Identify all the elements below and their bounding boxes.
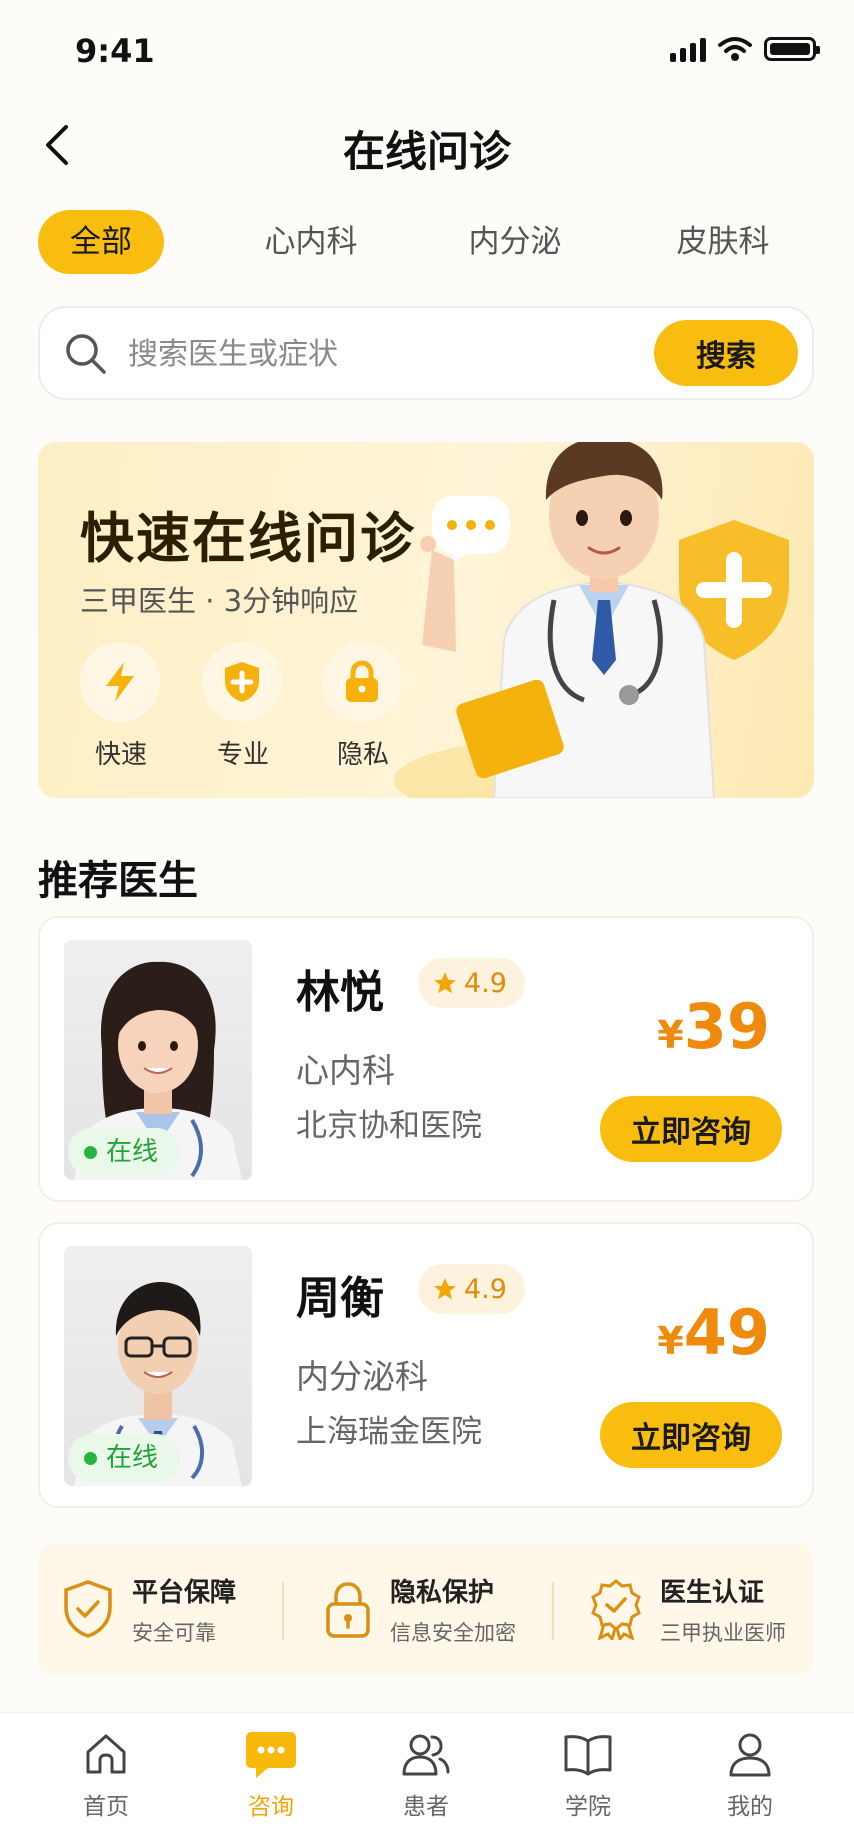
search-input[interactable] [128, 330, 578, 378]
doctor-department: 心内科 [296, 1051, 395, 1090]
banner-subtitle: 三甲医生 · 3分钟响应 [80, 584, 359, 618]
tab-endocrinology[interactable]: 内分泌 [450, 210, 580, 274]
consult-price: ¥39 [657, 990, 770, 1063]
rating-value: 4.9 [464, 967, 507, 999]
doctor-name: 林悦 [296, 967, 384, 1018]
doctor-hospital: 北京协和医院 [296, 1108, 482, 1144]
status-icons [670, 36, 820, 62]
guarantee-bar: 平台保障 安全可靠 隐私保护 信息安全加密 医生认证 三甲执业医师 [38, 1544, 814, 1674]
badge-check-icon [591, 1579, 641, 1640]
tab-dermatology[interactable]: 皮肤科 [658, 210, 788, 274]
doctor-photo: 在线 [64, 1246, 252, 1486]
search-icon [66, 334, 106, 374]
tab-bar-item-consult[interactable]: 咨询 [211, 1727, 331, 1821]
rating-badge: 4.9 [418, 958, 525, 1008]
category-tabs: 全部 心内科 内分泌 皮肤科 [38, 210, 818, 274]
battery-icon [764, 37, 820, 61]
doctor-card[interactable]: 在线 周衡 4.9 内分泌科 上海瑞金医院 ¥49 立即咨询 [38, 1222, 814, 1508]
banner-title: 快速在线问诊 [80, 507, 416, 570]
lock-icon [326, 1582, 370, 1638]
shield-check-icon [64, 1580, 112, 1638]
bottom-tab-bar: 首页 咨询 患者 学院 我的 [0, 1712, 854, 1842]
page-title: 在线问诊 [342, 127, 511, 176]
consult-price: ¥49 [657, 1296, 770, 1369]
feature-fast: 快速 [80, 642, 162, 771]
feature-privacy: 隐私 [322, 642, 404, 771]
tab-bar-item-academy[interactable]: 学院 [528, 1727, 648, 1821]
tab-cardiology[interactable]: 心内科 [246, 210, 376, 274]
section-title-recommended: 推荐医生 [38, 858, 198, 904]
guarantee-platform: 平台保障 安全可靠 [62, 1544, 236, 1674]
online-status-badge: 在线 [68, 1128, 181, 1176]
tab-bar-item-patients[interactable]: 患者 [366, 1727, 486, 1821]
lightning-icon [106, 662, 134, 702]
user-icon [729, 1733, 771, 1777]
consult-now-button[interactable]: 立即咨询 [600, 1402, 782, 1468]
feature-professional: 专业 [202, 642, 284, 771]
doctor-hospital: 上海瑞金医院 [296, 1414, 482, 1450]
online-status-badge: 在线 [68, 1434, 181, 1482]
rating-badge: 4.9 [418, 1264, 525, 1314]
doctor-illustration [394, 442, 789, 798]
search-button[interactable]: 搜索 [654, 320, 798, 386]
guarantee-certified: 医生认证 三甲执业医师 [590, 1544, 786, 1674]
star-icon [434, 1278, 456, 1300]
nav-bar: 在线问诊 [0, 100, 854, 190]
home-icon [86, 1734, 126, 1774]
consult-now-button[interactable]: 立即咨询 [600, 1096, 782, 1162]
patients-icon [402, 1734, 450, 1776]
status-bar: 9:41 [0, 0, 854, 100]
tab-bar-item-profile[interactable]: 我的 [690, 1727, 810, 1821]
chat-icon [246, 1732, 296, 1778]
promo-banner[interactable]: 快速在线问诊 三甲医生 · 3分钟响应 快速 专业 隐私 [38, 442, 814, 798]
wifi-icon [718, 37, 752, 61]
rating-value: 4.9 [464, 1273, 507, 1305]
star-icon [434, 972, 456, 994]
book-icon [564, 1735, 612, 1776]
doctor-department: 内分泌科 [296, 1357, 428, 1396]
doctor-photo: 在线 [64, 940, 252, 1180]
signal-icon [670, 36, 706, 62]
tab-bar-item-home[interactable]: 首页 [46, 1727, 166, 1821]
doctor-name: 周衡 [296, 1273, 384, 1324]
search-bar: 搜索 [38, 306, 814, 400]
guarantee-privacy: 隐私保护 信息安全加密 [324, 1544, 516, 1674]
divider [552, 1582, 554, 1640]
tab-all[interactable]: 全部 [38, 210, 164, 274]
status-time: 9:41 [75, 32, 155, 70]
divider [282, 1582, 284, 1640]
lock-icon [346, 660, 378, 702]
shield-plus-icon [225, 662, 259, 702]
doctor-card[interactable]: 在线 林悦 4.9 心内科 北京协和医院 ¥39 立即咨询 [38, 916, 814, 1202]
